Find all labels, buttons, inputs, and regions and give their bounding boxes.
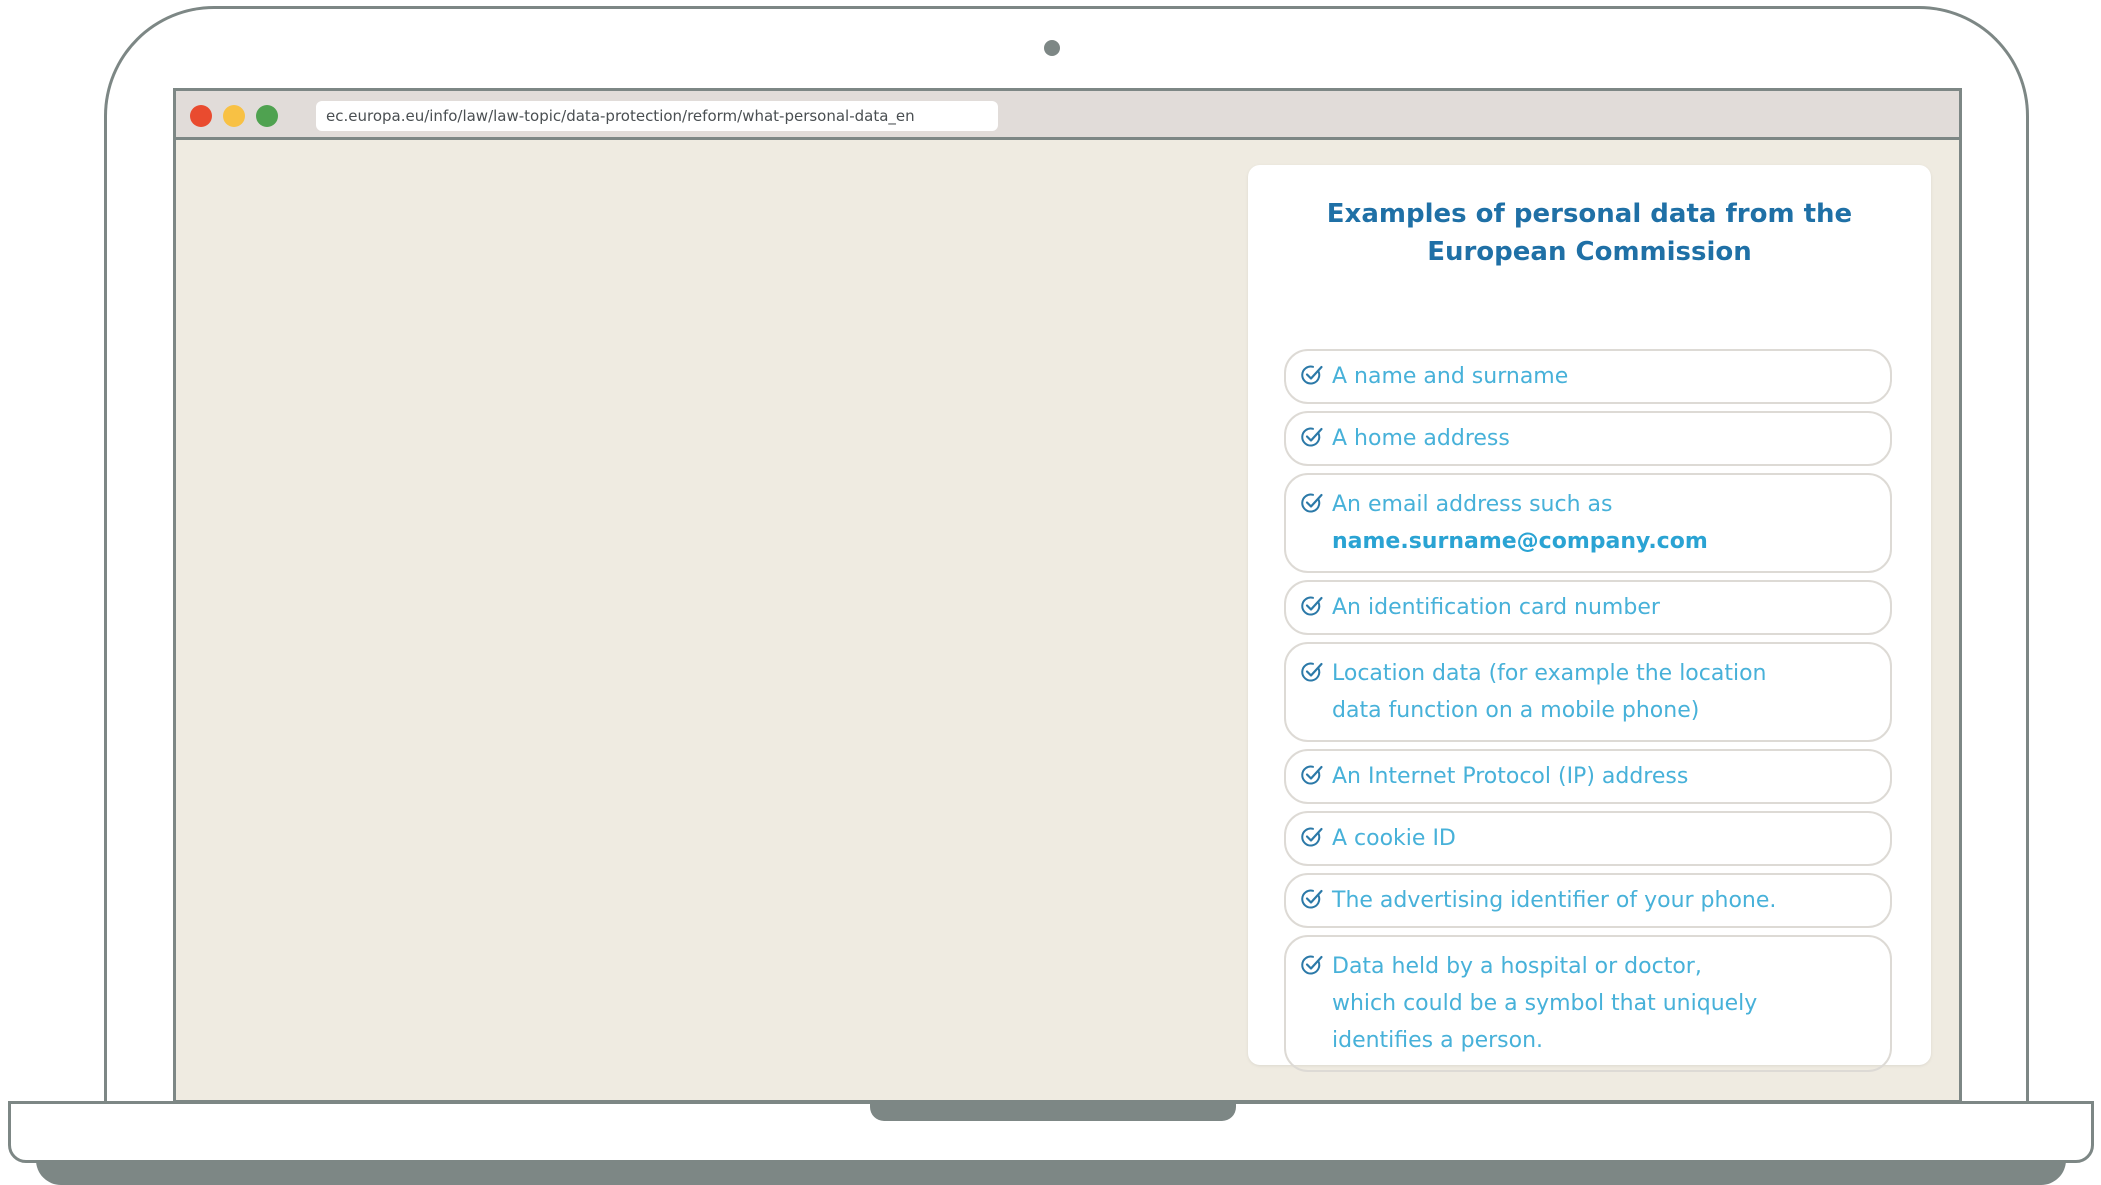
check-circle-icon (1301, 827, 1323, 847)
laptop-hinge-notch (870, 1101, 1236, 1121)
close-window-button[interactable] (190, 105, 212, 127)
list-item: An identification card number (1284, 580, 1892, 635)
list-item-text: A home address (1332, 426, 1510, 451)
list-item-text-line-2: which could be a symbol that uniquely (1332, 991, 1758, 1016)
list-item: A name and surname (1284, 349, 1892, 404)
list-item-text: A cookie ID (1332, 826, 1456, 851)
list-item: Data held by a hospital or doctor, which… (1284, 935, 1892, 1072)
list-item-text: An identification card number (1332, 595, 1660, 620)
check-circle-icon (1301, 427, 1323, 447)
list-item-text-line-2: data function on a mobile phone) (1332, 698, 1700, 723)
check-circle-icon (1301, 493, 1323, 513)
list-item-text: The advertising identifier of your phone… (1332, 888, 1777, 913)
check-circle-icon (1301, 662, 1323, 682)
examples-list: A name and surname A home address An ema… (1284, 349, 1892, 1079)
list-item: Location data (for example the location … (1284, 642, 1892, 742)
list-item: An Internet Protocol (IP) address (1284, 749, 1892, 804)
list-item-text: Location data (for example the location (1332, 661, 1767, 686)
check-circle-icon (1301, 596, 1323, 616)
list-item: The advertising identifier of your phone… (1284, 873, 1892, 928)
list-item-text: An Internet Protocol (IP) address (1332, 764, 1689, 789)
list-item-text: Data held by a hospital or doctor, (1332, 954, 1702, 979)
check-circle-icon (1301, 889, 1323, 909)
laptop-screen: ec.europa.eu/info/law/law-topic/data-pro… (173, 88, 1962, 1103)
maximize-window-button[interactable] (256, 105, 278, 127)
list-item: A home address (1284, 411, 1892, 466)
check-circle-icon (1301, 365, 1323, 385)
browser-titlebar: ec.europa.eu/info/law/law-topic/data-pro… (176, 91, 1959, 140)
address-bar[interactable]: ec.europa.eu/info/law/law-topic/data-pro… (316, 101, 998, 131)
list-item-text: An email address such as (1332, 492, 1613, 517)
laptop-mockup: ec.europa.eu/info/law/law-topic/data-pro… (0, 0, 2101, 1185)
personal-data-card: Examples of personal data from the Europ… (1248, 165, 1931, 1072)
laptop-foot (36, 1160, 2066, 1185)
camera-icon (1044, 40, 1060, 56)
card-title: Examples of personal data from the Europ… (1268, 195, 1911, 271)
list-item-text-line-3: identifies a person. (1332, 1028, 1544, 1053)
example-email: name.surname@company.com (1332, 529, 1708, 554)
minimize-window-button[interactable] (223, 105, 245, 127)
card-title-line-1: Examples of personal data from the (1326, 199, 1853, 229)
list-item: An email address such as name.surname@co… (1284, 473, 1892, 573)
card-title-line-2: European Commission (1427, 237, 1752, 267)
list-item-text: A name and surname (1332, 364, 1569, 389)
list-item: A cookie ID (1284, 811, 1892, 866)
check-circle-icon (1301, 955, 1323, 975)
check-circle-icon (1301, 765, 1323, 785)
